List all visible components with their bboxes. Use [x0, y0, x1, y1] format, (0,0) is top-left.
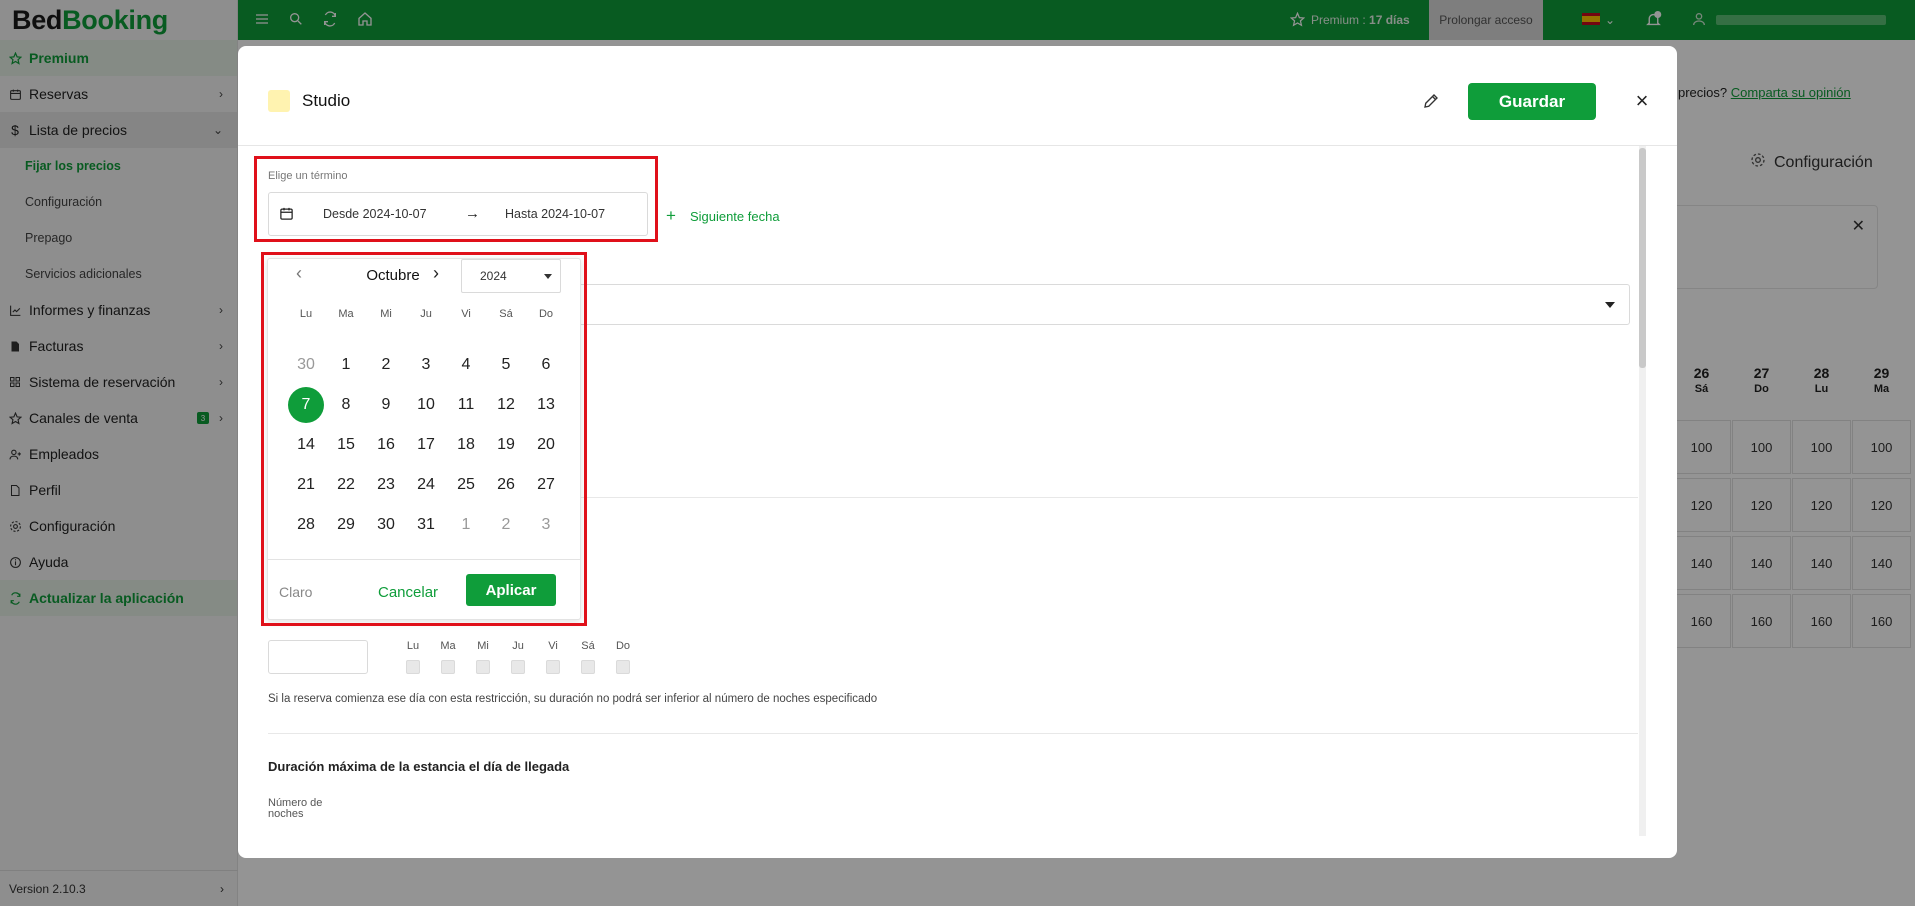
next-date-label: Siguiente fecha — [689, 208, 780, 224]
weekday-label: Mi — [477, 640, 489, 652]
weekday-label: Do — [615, 640, 631, 652]
weekday-label: Ma — [440, 640, 456, 652]
caret-down-icon — [1605, 302, 1615, 308]
restriction-hint: Si la reserva comienza ese día con esta … — [268, 693, 878, 705]
highlight-box-date-range — [254, 156, 658, 242]
weekday-checkbox[interactable] — [511, 660, 525, 674]
max-stay-heading: Duración máxima de la estancia el día de… — [268, 759, 570, 774]
highlight-box-calendar — [261, 252, 587, 626]
modal-title: Studio — [302, 91, 351, 110]
pencil-icon[interactable] — [1422, 92, 1442, 112]
edit-price-modal: Studio Guardar × Elige un término Desde … — [238, 46, 1677, 858]
weekday-checkbox[interactable] — [616, 660, 630, 674]
weekday-label: Ju — [512, 640, 524, 652]
save-button[interactable]: Guardar — [1468, 83, 1596, 120]
weekday-label: Sá — [581, 640, 595, 652]
next-date-button[interactable]: + Siguiente fecha — [666, 206, 780, 226]
weekday-checkbox[interactable] — [581, 660, 595, 674]
close-icon[interactable]: × — [1631, 90, 1653, 113]
section-divider — [268, 733, 1638, 734]
modal-header: Studio Guardar × — [238, 46, 1677, 146]
plus-icon: + — [666, 206, 676, 225]
scrollbar-thumb[interactable] — [1639, 148, 1646, 368]
modal-scrollbar[interactable] — [1639, 146, 1646, 836]
weekday-checkbox[interactable] — [476, 660, 490, 674]
nights-label: Número de noches — [268, 797, 323, 820]
weekday-label: Vi — [548, 640, 558, 652]
weekday-checkbox[interactable] — [441, 660, 455, 674]
weekday-checkbox[interactable] — [546, 660, 560, 674]
weekday-label: Lu — [406, 640, 420, 652]
weekday-checkbox[interactable] — [406, 660, 420, 674]
min-nights-input[interactable] — [268, 640, 368, 674]
room-color-swatch — [268, 90, 290, 112]
